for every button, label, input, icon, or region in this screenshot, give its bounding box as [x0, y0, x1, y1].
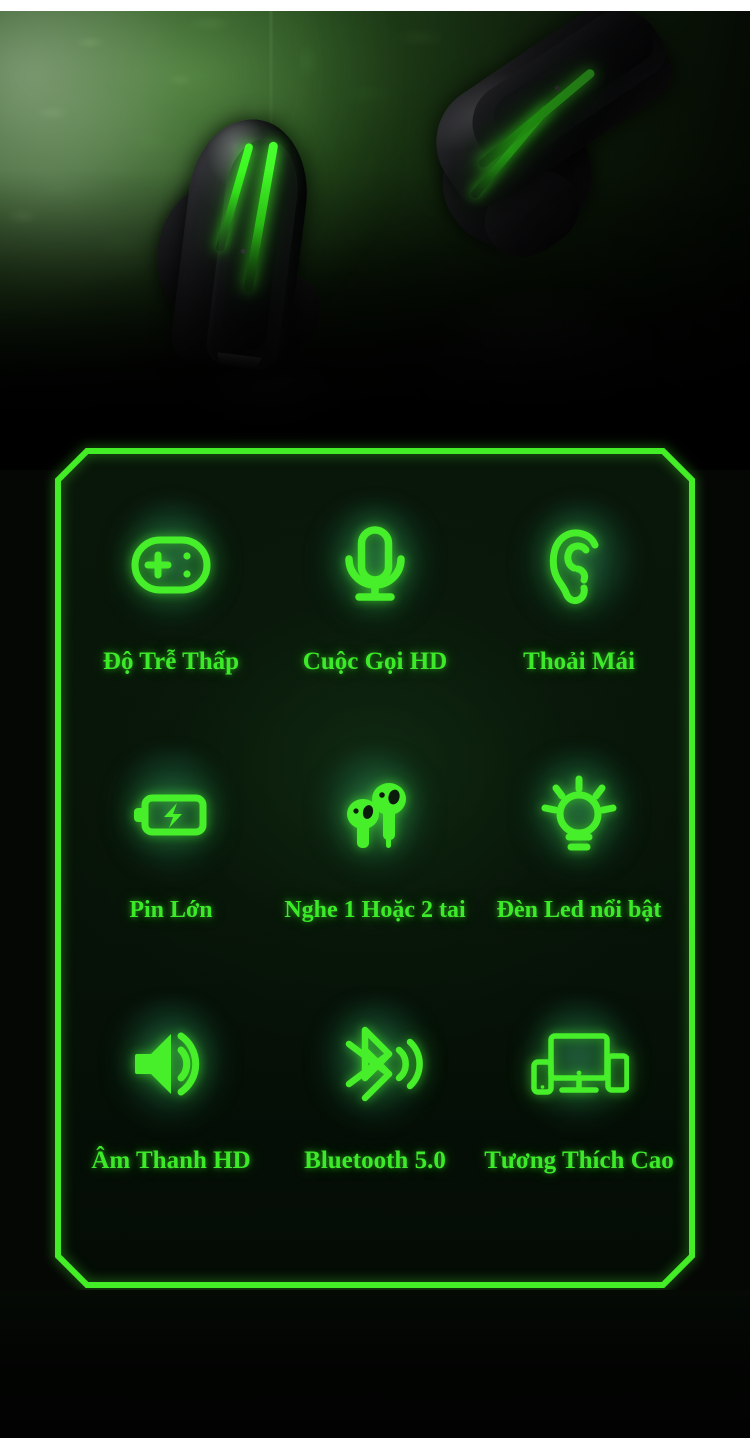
feature-label: Pin Lớn [129, 897, 213, 924]
bluetooth-signal-icon [300, 989, 450, 1139]
microphone-icon [300, 490, 450, 640]
battery-charging-icon [96, 739, 246, 889]
feature-grid: Độ Trễ Thấp Cuộc Gọi HD Thoải Mái Pin Lớ… [55, 448, 695, 1288]
feature-label: Đèn Led nổi bật [496, 897, 662, 924]
feature-item-comfort[interactable]: Thoải Mái [477, 490, 681, 739]
lightbulb-icon [504, 739, 654, 889]
feature-item-bluetooth[interactable]: Bluetooth 5.0 [273, 989, 477, 1238]
product-infographic-page: Độ Trễ Thấp Cuộc Gọi HD Thoải Mái Pin Lớ… [0, 0, 750, 1438]
bottom-black-area [0, 1290, 750, 1438]
top-white-strip [0, 0, 750, 11]
feature-item-compatibility[interactable]: Tương Thích Cao [477, 989, 681, 1238]
feature-label: Thoải Mái [523, 648, 635, 675]
feature-item-hd-sound[interactable]: Âm Thanh HD [69, 989, 273, 1238]
feature-panel: Độ Trễ Thấp Cuộc Gọi HD Thoải Mái Pin Lớ… [0, 440, 750, 1300]
feature-label: Tương Thích Cao [484, 1146, 674, 1174]
feature-label: Âm Thanh HD [91, 1146, 251, 1174]
multi-device-icon [504, 989, 654, 1139]
hero-vignette [0, 0, 750, 470]
feature-label: Bluetooth 5.0 [304, 1146, 446, 1174]
feature-label: Cuộc Gọi HD [302, 648, 448, 675]
feature-item-single-or-dual[interactable]: Nghe 1 Hoặc 2 tai [273, 739, 477, 988]
feature-item-big-battery[interactable]: Pin Lớn [69, 739, 273, 988]
gamepad-icon [96, 490, 246, 640]
feature-item-low-latency[interactable]: Độ Trễ Thấp [69, 490, 273, 739]
feature-label: Nghe 1 Hoặc 2 tai [284, 897, 466, 924]
earbuds-pair-icon [300, 739, 450, 889]
speaker-volume-icon [96, 989, 246, 1139]
feature-label: Độ Trễ Thấp [102, 648, 240, 675]
hero-product-photo [0, 0, 750, 470]
feature-item-hd-call[interactable]: Cuộc Gọi HD [273, 490, 477, 739]
ear-icon [504, 490, 654, 640]
feature-item-led-light[interactable]: Đèn Led nổi bật [477, 739, 681, 988]
